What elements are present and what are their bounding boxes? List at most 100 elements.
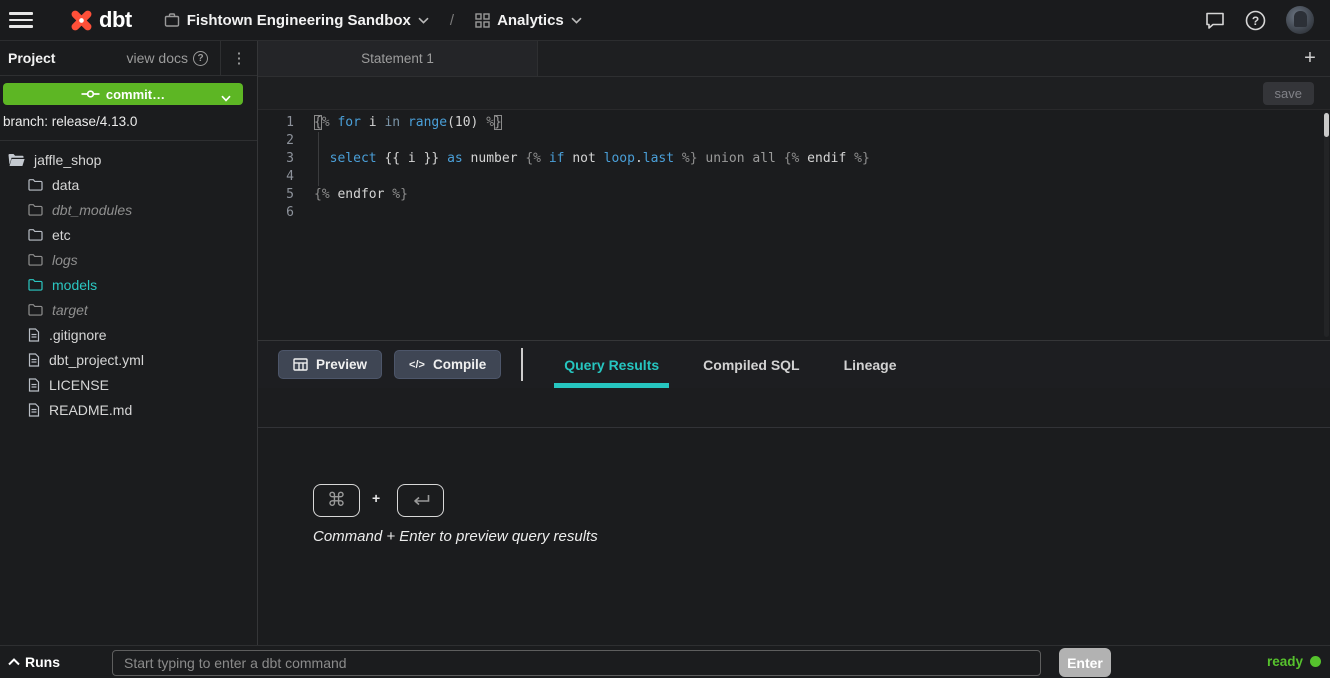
command-bar: Runs Enter ready <box>0 645 1330 678</box>
folder-icon <box>28 203 43 216</box>
folder-icon <box>28 303 43 316</box>
line-number: 2 <box>258 132 294 150</box>
command-key-glyph: ⌘ <box>327 489 346 512</box>
scrollbar-thumb[interactable] <box>1324 113 1329 137</box>
view-docs-label: view docs <box>127 50 188 66</box>
branch-label: branch: release/4.13.0 <box>3 114 137 129</box>
commit-button-label: commit… <box>106 87 165 102</box>
folder-icon <box>28 253 43 266</box>
tree-item-label: target <box>52 302 88 318</box>
command-key-icon: ⌘ <box>313 484 360 517</box>
tab-statement-1[interactable]: Statement 1 <box>258 41 538 76</box>
tree-item-etc[interactable]: etc <box>0 222 257 247</box>
help-icon[interactable]: ? <box>1245 10 1266 31</box>
tree-item-gitignore[interactable]: .gitignore <box>0 322 257 347</box>
folder-open-icon <box>8 153 25 167</box>
user-avatar[interactable] <box>1286 6 1314 34</box>
runs-label: Runs <box>25 654 60 670</box>
code-icon: </> <box>409 359 425 371</box>
breadcrumb-separator: / <box>450 12 454 29</box>
file-icon <box>28 403 40 417</box>
status-label: ready <box>1267 654 1303 669</box>
chat-icon[interactable] <box>1205 11 1225 30</box>
tree-item-label: jaffle_shop <box>34 152 101 168</box>
status-indicator: ready <box>1267 654 1321 669</box>
tree-item-label: .gitignore <box>49 327 107 343</box>
line-number: 3 <box>258 150 294 168</box>
editor-pane: Statement 1 + save 1{% for i in range(10… <box>258 41 1330 645</box>
file-icon <box>28 353 40 367</box>
chevron-down-icon[interactable] <box>418 11 429 29</box>
file-icon <box>28 378 40 392</box>
results-panel: ⌘ + Command + Enter to preview query res… <box>258 428 1330 644</box>
compile-button-label: Compile <box>433 357 486 372</box>
kebab-menu-icon[interactable]: ⋮ <box>221 41 257 75</box>
menu-icon[interactable] <box>9 12 33 28</box>
dbt-command-input[interactable] <box>112 650 1041 676</box>
chevron-down-icon <box>221 90 231 105</box>
preview-button-label: Preview <box>316 357 367 372</box>
tree-item-dbt-modules[interactable]: dbt_modules <box>0 197 257 222</box>
code-line: 3 select {{ i }} as number {% if not loo… <box>258 150 1330 168</box>
dbt-logo[interactable]: dbt <box>68 7 132 34</box>
git-commit-icon <box>81 89 100 99</box>
environment-name[interactable]: Analytics <box>497 12 564 29</box>
tab-compiled-sql[interactable]: Compiled SQL <box>693 341 809 388</box>
editor-toolbar: save <box>258 77 1330 110</box>
breadcrumb: Fishtown Engineering Sandbox / Analytics <box>164 11 582 29</box>
status-dot <box>1310 656 1321 667</box>
line-number: 5 <box>258 186 294 204</box>
tree-item-dbt-project-yml[interactable]: dbt_project.yml <box>0 347 257 372</box>
code-lines: 1{% for i in range(10) %}23 select {{ i … <box>258 114 1330 222</box>
file-explorer-sidebar: Project view docs ? ⋮ commit… branch: re… <box>0 41 258 645</box>
chevron-down-icon[interactable] <box>571 11 582 29</box>
shortcut-hint: Command + Enter to preview query results <box>313 528 598 545</box>
save-button[interactable]: save <box>1263 82 1314 105</box>
tree-item-logs[interactable]: logs <box>0 247 257 272</box>
tree-item-label: models <box>52 277 97 293</box>
dbt-logo-text: dbt <box>99 7 132 33</box>
compile-button[interactable]: </> Compile <box>394 350 501 379</box>
folder-icon <box>28 278 43 291</box>
tree-item-data[interactable]: data <box>0 172 257 197</box>
tree-item-target[interactable]: target <box>0 297 257 322</box>
indent-guide <box>318 132 319 186</box>
tree-item-label: dbt_modules <box>52 202 132 218</box>
tree-item-license[interactable]: LICENSE <box>0 372 257 397</box>
editor-tab-bar: Statement 1 + <box>258 41 1330 77</box>
tab-lineage[interactable]: Lineage <box>834 341 907 388</box>
tree-item-jaffle-shop[interactable]: jaffle_shop <box>0 147 257 172</box>
divider <box>0 140 257 141</box>
sidebar-header: Project view docs ? ⋮ <box>0 41 257 76</box>
topbar-actions: ? <box>1205 6 1314 34</box>
commit-button[interactable]: commit… <box>3 83 243 105</box>
view-docs-link[interactable]: view docs ? <box>127 50 208 66</box>
account-name[interactable]: Fishtown Engineering Sandbox <box>187 12 411 29</box>
sidebar-title: Project <box>8 50 55 66</box>
table-icon <box>293 358 308 371</box>
code-line: 1{% for i in range(10) %} <box>258 114 1330 132</box>
new-tab-button[interactable]: + <box>1290 41 1330 76</box>
tab-label: Compiled SQL <box>703 357 799 373</box>
tree-item-label: dbt_project.yml <box>49 352 144 368</box>
tab-label: Query Results <box>564 357 659 373</box>
code-text <box>294 204 314 222</box>
tree-item-label: data <box>52 177 79 193</box>
enter-button[interactable]: Enter <box>1059 648 1111 677</box>
code-line: 5{% endfor %} <box>258 186 1330 204</box>
runs-toggle[interactable]: Runs <box>8 654 60 670</box>
tab-query-results[interactable]: Query Results <box>554 341 669 388</box>
code-line: 6 <box>258 204 1330 222</box>
editor-scrollbar[interactable] <box>1324 112 1329 337</box>
tab-label: Statement 1 <box>361 51 434 66</box>
folder-icon <box>28 178 43 191</box>
tree-item-readme[interactable]: README.md <box>0 397 257 422</box>
code-editor[interactable]: 1{% for i in range(10) %}23 select {{ i … <box>258 110 1330 341</box>
code-line: 4 <box>258 168 1330 186</box>
chevron-up-icon <box>8 658 20 666</box>
enter-key-icon <box>397 484 444 517</box>
code-text: {% for i in range(10) %} <box>294 114 502 132</box>
plus-separator: + <box>372 490 380 506</box>
preview-button[interactable]: Preview <box>278 350 382 379</box>
tree-item-models[interactable]: models <box>0 272 257 297</box>
